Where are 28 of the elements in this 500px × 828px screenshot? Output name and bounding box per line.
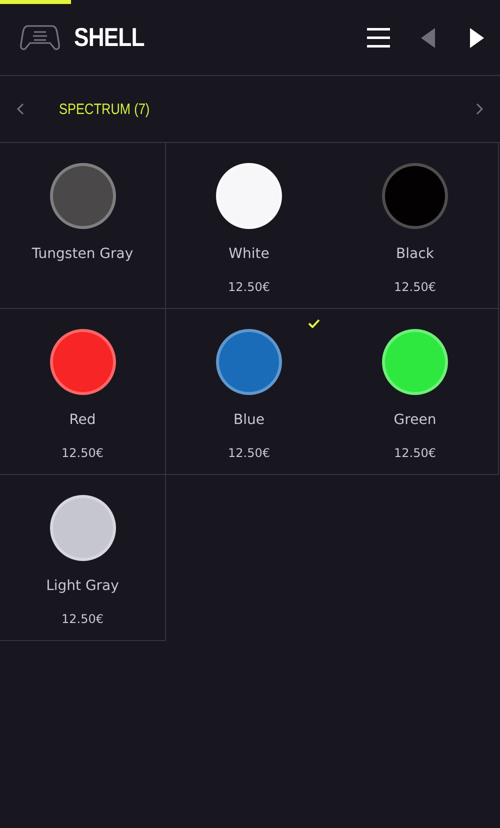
- price: 12.50€: [228, 446, 270, 460]
- color-option[interactable]: Red 12.50€: [0, 309, 166, 475]
- chevron-left-icon[interactable]: [17, 103, 24, 115]
- price: 12.50€: [394, 280, 436, 294]
- color-option[interactable]: Green 12.50€: [332, 309, 499, 475]
- color-name: Light Gray: [46, 578, 119, 594]
- price: 12.50€: [228, 280, 270, 294]
- color-option[interactable]: Tungsten Gray: [0, 143, 166, 309]
- price: 12.50€: [394, 446, 436, 460]
- previous-icon[interactable]: [421, 28, 435, 48]
- price: 12.50€: [62, 446, 104, 460]
- gamepad-icon: [20, 24, 60, 51]
- color-name: Red: [69, 412, 96, 428]
- color-name: Tungsten Gray: [32, 246, 134, 262]
- price: 12.50€: [62, 612, 104, 626]
- app-title: SHELL: [74, 22, 144, 53]
- next-icon[interactable]: [470, 28, 484, 48]
- color-option[interactable]: Light Gray 12.50€: [0, 475, 166, 641]
- color-name: Green: [394, 412, 436, 428]
- chevron-right-icon[interactable]: [476, 103, 483, 115]
- color-name: Black: [396, 246, 434, 262]
- color-option[interactable]: Blue 12.50€: [166, 309, 332, 475]
- menu-icon[interactable]: [367, 26, 390, 48]
- color-name: Blue: [234, 412, 264, 428]
- category-title: SPECTRUM (7): [59, 100, 150, 118]
- color-name: White: [228, 246, 270, 262]
- color-option[interactable]: Black 12.50€: [332, 143, 499, 309]
- color-option[interactable]: White 12.50€: [166, 143, 332, 309]
